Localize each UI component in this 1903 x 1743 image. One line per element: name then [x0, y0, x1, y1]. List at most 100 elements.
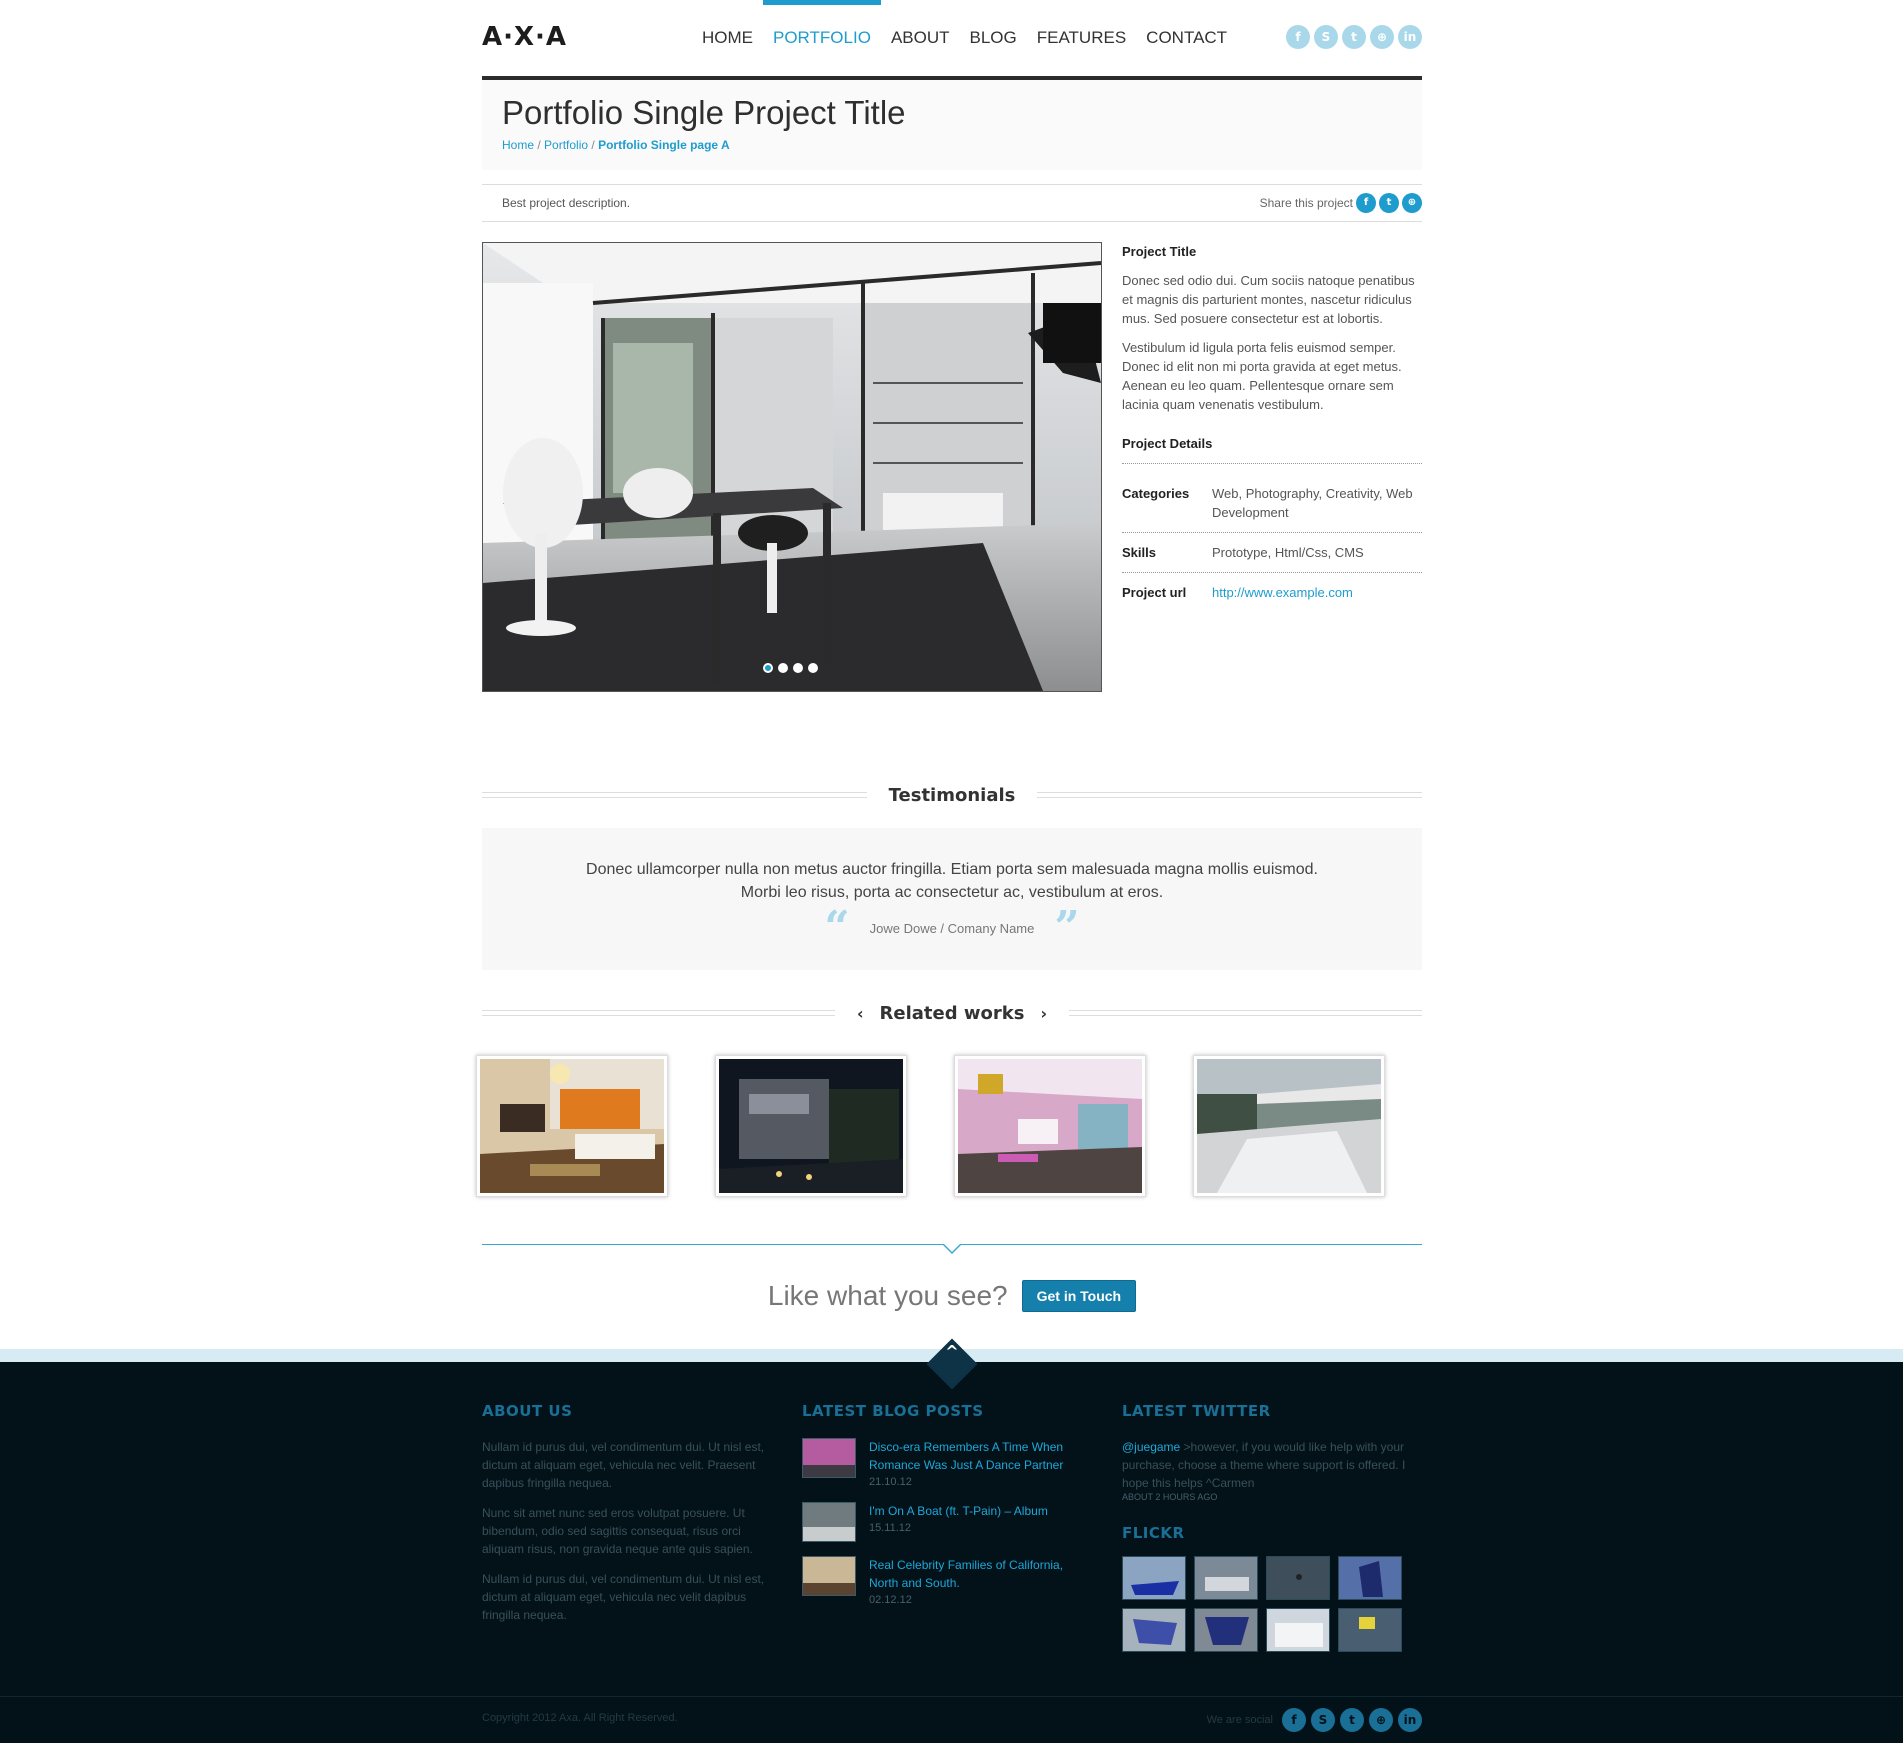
chevron-left-icon[interactable]: ‹ [857, 1004, 864, 1023]
testimonial-box: Donec ullamcorper nulla non metus auctor… [482, 828, 1422, 970]
twitter-icon[interactable]: t [1379, 193, 1399, 213]
project-paragraph: Vestibulum id ligula porta felis euismod… [1122, 340, 1402, 412]
blog-post-item: I'm On A Boat (ft. T-Pain) – Album 15.11.… [802, 1502, 1092, 1542]
blog-post-title[interactable]: Real Celebrity Families of California, N… [869, 1556, 1092, 1592]
main-nav: HOME PORTFOLIO ABOUT BLOG FEATURES CONTA… [692, 0, 1237, 78]
detail-row-categories: Categories Web, Photography, Creativity,… [1122, 474, 1422, 533]
dribbble-icon[interactable]: ⊕ [1369, 1708, 1393, 1732]
related-work-item[interactable] [715, 1055, 907, 1197]
footer-paragraph: Nunc sit amet nunc sed eros volutpat pos… [482, 1506, 753, 1556]
facebook-icon[interactable]: f [1282, 1708, 1306, 1732]
flickr-thumbnail[interactable] [1338, 1556, 1402, 1600]
related-work-image [958, 1059, 1142, 1193]
detail-label: Project url [1122, 585, 1187, 600]
breadcrumb-separator: / [534, 138, 545, 152]
related-work-item[interactable] [1193, 1055, 1385, 1197]
nav-about[interactable]: ABOUT [881, 0, 960, 78]
flickr-thumbnail[interactable] [1194, 1556, 1258, 1600]
project-paragraph: Donec sed odio dui. Cum sociis natoque p… [1122, 273, 1415, 326]
footer-divider [0, 1696, 1903, 1697]
twitter-icon[interactable]: t [1342, 25, 1366, 49]
chevron-right-icon[interactable]: › [1040, 1004, 1047, 1023]
copyright: Copyright 2012 Axa. All Right Reserved. [482, 1712, 678, 1724]
footer-about: ABOUT US Nullam id purus dui, vel condim… [482, 1402, 772, 1636]
footer-heading: FLICKR [1122, 1524, 1185, 1542]
blog-post-thumbnail[interactable] [802, 1556, 856, 1596]
share-label: Share this project [1259, 196, 1353, 210]
slider-dot[interactable] [778, 663, 788, 673]
nav-contact[interactable]: CONTACT [1136, 0, 1237, 78]
tweet-handle-link[interactable]: @juegame [1122, 1440, 1180, 1454]
cta-text: Like what you see? [767, 1280, 1008, 1311]
flickr-gallery [1122, 1556, 1422, 1652]
flickr-thumbnail[interactable] [1266, 1608, 1330, 1652]
nav-portfolio[interactable]: PORTFOLIO [763, 0, 881, 78]
footer-heading: LATEST TWITTER [1122, 1402, 1271, 1420]
dribbble-icon[interactable]: ⊕ [1370, 25, 1394, 49]
project-description-bar: Best project description. Share this pro… [482, 184, 1422, 222]
linkedin-icon[interactable]: in [1398, 25, 1422, 49]
facebook-icon[interactable]: f [1286, 25, 1310, 49]
slider-pagination [763, 663, 818, 673]
footer-blog-posts: LATEST BLOG POSTS Disco-era Remembers A … [802, 1402, 1092, 1620]
blog-post-item: Disco-era Remembers A Time When Romance … [802, 1438, 1092, 1488]
blog-post-thumbnail[interactable] [802, 1502, 856, 1542]
flickr-thumbnail[interactable] [1194, 1608, 1258, 1652]
detail-label: Skills [1122, 545, 1156, 560]
footer-heading: ABOUT US [482, 1402, 573, 1420]
flickr-thumbnail[interactable] [1122, 1608, 1186, 1652]
skype-icon[interactable]: S [1314, 25, 1338, 49]
related-work-image [719, 1059, 903, 1193]
detail-label: Categories [1122, 486, 1190, 501]
detail-value: Prototype, Html/Css, CMS [1212, 545, 1364, 560]
facebook-icon[interactable]: f [1356, 193, 1376, 213]
nav-features[interactable]: FEATURES [1027, 0, 1136, 78]
detail-row-url: Project url http://www.example.com [1122, 573, 1422, 612]
project-image-slider[interactable] [482, 242, 1102, 692]
blog-post-title[interactable]: Disco-era Remembers A Time When Romance … [869, 1438, 1092, 1474]
page-title-box: Portfolio Single Project Title Home / Po… [482, 80, 1422, 170]
project-info: Project Title Donec sed odio dui. Cum so… [1122, 242, 1422, 612]
related-work-image [480, 1059, 664, 1193]
tweet-time: ABOUT 2 HOURS AGO [1122, 1492, 1218, 1502]
nav-blog[interactable]: BLOG [960, 0, 1027, 78]
skype-icon[interactable]: S [1311, 1708, 1335, 1732]
chevron-up-icon: ^ [945, 1342, 959, 1361]
call-to-action: Like what you see? Get in Touch [482, 1280, 1422, 1312]
get-in-touch-button[interactable]: Get in Touch [1021, 1280, 1137, 1312]
related-work-item[interactable] [954, 1055, 1146, 1197]
site-header: A·X·A HOME PORTFOLIO ABOUT BLOG FEATURES… [482, 0, 1422, 80]
tweet: @juegame >however, if you would like hel… [1122, 1438, 1422, 1492]
testimonial-quote: Donec ullamcorper nulla non metus auctor… [482, 858, 1422, 904]
footer-social-links: We are social f S t ⊕ in [1207, 1708, 1422, 1732]
slider-dot[interactable] [763, 663, 773, 673]
breadcrumb-home[interactable]: Home [502, 138, 534, 152]
twitter-icon[interactable]: t [1340, 1708, 1364, 1732]
open-quote-icon: “ [824, 902, 850, 953]
related-work-item[interactable] [476, 1055, 668, 1197]
page-title: Portfolio Single Project Title [502, 94, 906, 131]
detail-value: http://www.example.com [1212, 583, 1422, 602]
project-details-title: Project Details [1122, 434, 1422, 464]
detail-value: Web, Photography, Creativity, Web Develo… [1212, 486, 1413, 520]
flickr-thumbnail[interactable] [1122, 1556, 1186, 1600]
footer-paragraph: Nullam id purus dui, vel condimentum dui… [482, 1572, 765, 1622]
project-url-link[interactable]: http://www.example.com [1212, 585, 1353, 600]
breadcrumb-portfolio[interactable]: Portfolio [544, 138, 588, 152]
blog-post-title[interactable]: I'm On A Boat (ft. T-Pain) – Album [869, 1502, 1048, 1520]
flickr-thumbnail[interactable] [1338, 1608, 1402, 1652]
nav-home[interactable]: HOME [692, 0, 763, 78]
slider-dot[interactable] [793, 663, 803, 673]
flickr-thumbnail[interactable] [1266, 1556, 1330, 1600]
section-title: Testimonials [888, 784, 1016, 806]
project-title: Project Title [1122, 244, 1197, 259]
blog-post-thumbnail[interactable] [802, 1438, 856, 1478]
slider-dot[interactable] [808, 663, 818, 673]
linkedin-icon[interactable]: in [1398, 1708, 1422, 1732]
site-logo[interactable]: A·X·A [482, 22, 567, 52]
dribbble-icon[interactable]: ⊕ [1402, 193, 1422, 213]
blog-post-date: 21.10.12 [869, 1476, 912, 1488]
social-label: We are social [1206, 1714, 1273, 1726]
testimonial-author-row: “ Jowe Dowe / Comany Name ” [482, 902, 1422, 953]
related-works-heading: ‹ Related works › [482, 998, 1422, 1028]
